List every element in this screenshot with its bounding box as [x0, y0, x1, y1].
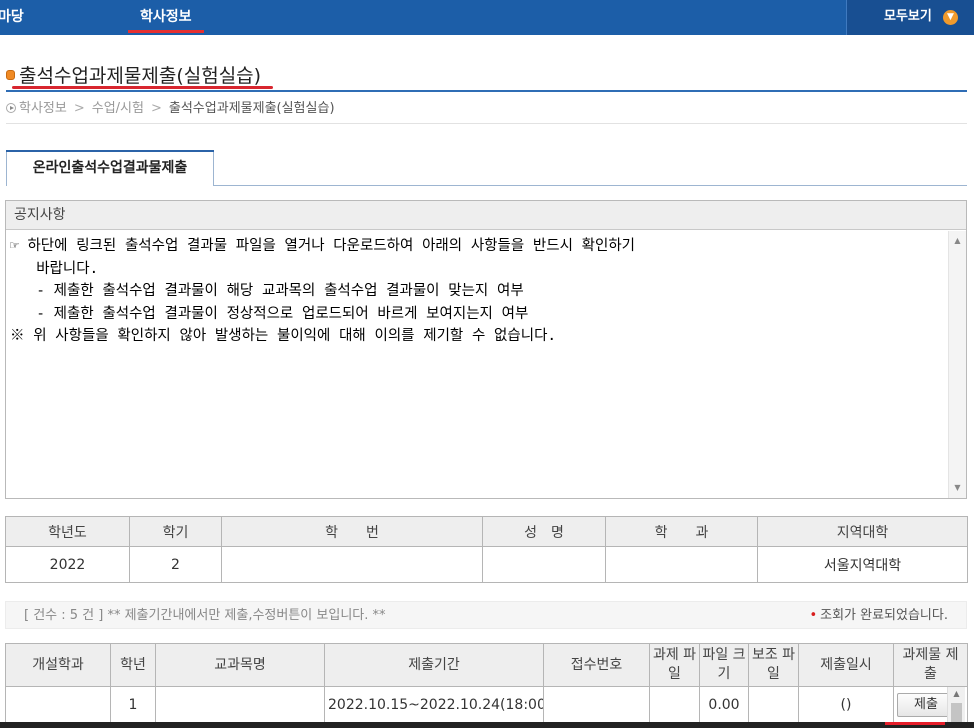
- table-row: 2022 2 서울지역대학: [5, 546, 968, 583]
- header-course: 교과목명: [155, 643, 325, 687]
- nav-item-academic-info[interactable]: 학사정보: [128, 0, 203, 35]
- header-period: 제출기간: [324, 643, 544, 687]
- notice-line: ※ 위 사항들을 확인하지 않아 발생하는 불이익에 대해 이의를 제기할 수 …: [10, 328, 557, 344]
- header-receipt-no: 접수번호: [543, 643, 650, 687]
- status-dot-icon: •: [809, 608, 818, 623]
- header-department: 학 과: [605, 516, 758, 547]
- cell-course: [155, 686, 325, 723]
- result-count-bar: [ 건수 : 5 건 ] ** 제출기간내에서만 제출,수정버튼이 보입니다. …: [5, 601, 967, 629]
- notice-scrollbar[interactable]: ▲ ▼: [948, 231, 966, 498]
- cell-semester: 2: [129, 546, 222, 583]
- breadcrumb: 학사정보 > 수업/시험 > 출석수업과제물제출(실험실습): [6, 97, 335, 116]
- scroll-up-icon[interactable]: ▲: [948, 687, 965, 701]
- table-row: 1 2022.10.15~2022.10.24(18:00) 0.00 () 제…: [5, 686, 968, 723]
- notice-line: ☞ 하단에 링크된 출석수업 결과물 파일을 열거나 다운로드하여 아래의 사항…: [10, 238, 636, 254]
- header-submit: 과제물 제 출: [893, 643, 968, 687]
- bottom-accent: [885, 722, 945, 725]
- student-info-table: 학년도 학기 학 번 성 명 학 과 지역대학 2022 2 서울지역대학: [5, 516, 968, 583]
- header-regional-college: 지역대학: [757, 516, 968, 547]
- title-highlight: [12, 86, 273, 89]
- cell-file-size: 0.00: [699, 686, 749, 723]
- header-semester: 학기: [129, 516, 222, 547]
- cell-regional-college: 서울지역대학: [757, 546, 968, 583]
- header-submitted-at: 제출일시: [798, 643, 894, 687]
- notice-line: - 제출한 출석수업 결과물이 해당 교과목의 출석수업 결과물이 맞는지 여부: [10, 283, 524, 299]
- tab-divider: [214, 185, 967, 186]
- table-header-row: 개설학과 학년 교과목명 제출기간 접수번호 과제 파일 파일 크기 보조 파일…: [5, 643, 968, 687]
- header-dept: 개설학과: [5, 643, 111, 687]
- scroll-down-icon[interactable]: ▼: [949, 480, 966, 496]
- header-file-size: 파일 크기: [699, 643, 749, 687]
- cell-student-id: [221, 546, 483, 583]
- nav-item-madang[interactable]: 마당: [0, 0, 24, 35]
- bottom-bar: [0, 722, 974, 728]
- breadcrumb-divider: [6, 123, 967, 124]
- cell-dept: [5, 686, 111, 723]
- header-student-id: 학 번: [221, 516, 483, 547]
- submission-table: 개설학과 학년 교과목명 제출기간 접수번호 과제 파일 파일 크기 보조 파일…: [5, 643, 968, 723]
- scroll-up-icon[interactable]: ▲: [949, 233, 966, 249]
- title-divider: [6, 90, 967, 92]
- header-year: 학년도: [5, 516, 130, 547]
- breadcrumb-item[interactable]: 수업/시험: [92, 101, 144, 116]
- breadcrumb-separator: >: [150, 101, 162, 116]
- header-assignment-file: 과제 파일: [649, 643, 700, 687]
- notice-line: 바랍니다.: [10, 260, 99, 277]
- page-title-text: 출석수업과제물제출(실험실습): [19, 65, 262, 87]
- breadcrumb-arrow-icon: [6, 103, 16, 113]
- view-all-button[interactable]: 모두보기 ▼: [846, 0, 974, 35]
- cell-aux-file: [748, 686, 799, 723]
- table-header-row: 학년도 학기 학 번 성 명 학 과 지역대학: [5, 516, 968, 547]
- cell-department: [605, 546, 758, 583]
- notice-panel: 공지사항 ☞ 하단에 링크된 출석수업 결과물 파일을 열거나 다운로드하여 아…: [5, 200, 967, 499]
- breadcrumb-item[interactable]: 학사정보: [19, 101, 67, 116]
- title-bullet-icon: [6, 70, 15, 80]
- header-grade: 학년: [110, 643, 156, 687]
- status-message-text: 조회가 완료되었습니다.: [820, 608, 948, 623]
- cell-assignment-file: [649, 686, 700, 723]
- tab-online-attendance-submission[interactable]: 온라인출석수업결과물제출: [6, 150, 214, 186]
- result-count-text: [ 건수 : 5 건 ] ** 제출기간내에서만 제출,수정버튼이 보입니다. …: [24, 608, 386, 623]
- cell-submitted-at: (): [798, 686, 894, 723]
- notice-line: - 제출한 출석수업 결과물이 정상적으로 업로드되어 바르게 보여지는지 여부: [10, 305, 529, 322]
- notice-textarea[interactable]: ☞ 하단에 링크된 출석수업 결과물 파일을 열거나 다운로드하여 아래의 사항…: [6, 231, 948, 498]
- cell-name: [482, 546, 606, 583]
- top-navigation: 마당 학사정보 모두보기 ▼: [0, 0, 974, 35]
- breadcrumb-separator: >: [73, 101, 85, 116]
- cell-period: 2022.10.15~2022.10.24(18:00): [324, 686, 544, 723]
- header-name: 성 명: [482, 516, 606, 547]
- notice-header: 공지사항: [6, 201, 966, 230]
- view-all-label: 모두보기: [884, 9, 932, 24]
- status-message: • 조회가 완료되었습니다.: [809, 602, 948, 630]
- cell-receipt-no: [543, 686, 650, 723]
- header-aux-file: 보조 파일: [748, 643, 799, 687]
- breadcrumb-current: 출석수업과제물제출(실험실습): [168, 101, 335, 116]
- chevron-down-icon: ▼: [943, 10, 958, 25]
- cell-year: 2022: [5, 546, 130, 583]
- cell-grade: 1: [110, 686, 156, 723]
